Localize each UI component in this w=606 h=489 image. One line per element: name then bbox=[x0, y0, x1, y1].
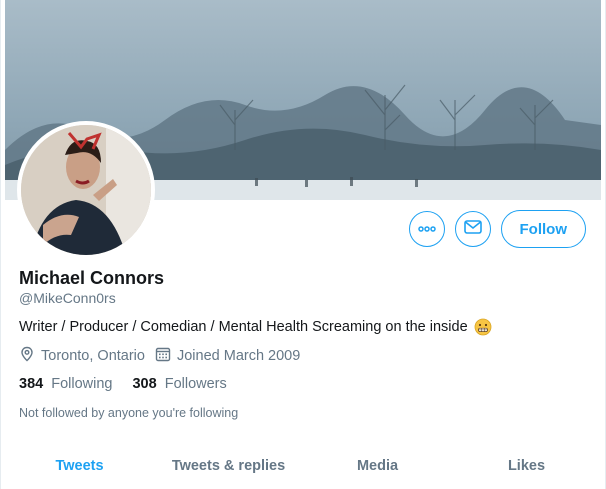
location-item: Toronto, Ontario bbox=[19, 346, 145, 366]
calendar-icon bbox=[155, 346, 171, 366]
more-options-button[interactable] bbox=[408, 211, 445, 247]
follow-button[interactable]: Follow bbox=[500, 210, 586, 248]
profile-avatar[interactable] bbox=[17, 121, 155, 259]
following-count: 384 bbox=[19, 376, 44, 392]
profile-bio: Writer / Producer / Comedian / Mental He… bbox=[19, 318, 492, 336]
tab-tweets-and-replies[interactable]: Tweets & replies bbox=[154, 444, 303, 488]
follow-stats: 384 Following 308 Followers bbox=[19, 376, 227, 392]
location-pin-icon bbox=[19, 346, 35, 366]
join-date-text: Joined March 2009 bbox=[176, 348, 301, 364]
bio-text: Writer / Producer / Comedian / Mental He… bbox=[19, 319, 468, 335]
more-options-icon bbox=[417, 220, 436, 238]
tab-media[interactable]: Media bbox=[303, 444, 452, 488]
profile-meta: Toronto, Ontario Joined March 2009 bbox=[19, 346, 310, 366]
profile-handle[interactable]: @MikeConn0rs bbox=[19, 290, 116, 306]
tab-likes[interactable]: Likes bbox=[452, 444, 601, 488]
message-button[interactable] bbox=[454, 211, 491, 247]
tab-tweets[interactable]: Tweets bbox=[5, 444, 154, 488]
profile-tabs: Tweets Tweets & replies Media Likes bbox=[5, 444, 601, 488]
location-text: Toronto, Ontario bbox=[41, 348, 145, 364]
grimacing-face-icon bbox=[474, 318, 492, 336]
join-date-item: Joined March 2009 bbox=[155, 346, 300, 366]
followers-count: 308 bbox=[132, 376, 157, 392]
followers-label: Followers bbox=[164, 376, 227, 392]
profile-name: Michael Connors bbox=[19, 268, 165, 288]
followed-by-note: Not followed by anyone you're following bbox=[19, 406, 239, 420]
envelope-icon bbox=[463, 219, 482, 239]
followers-link[interactable]: 308 Followers bbox=[132, 376, 226, 392]
following-link[interactable]: 384 Following bbox=[19, 376, 112, 392]
following-label: Following bbox=[51, 376, 113, 392]
profile-actions: Follow bbox=[408, 210, 586, 248]
